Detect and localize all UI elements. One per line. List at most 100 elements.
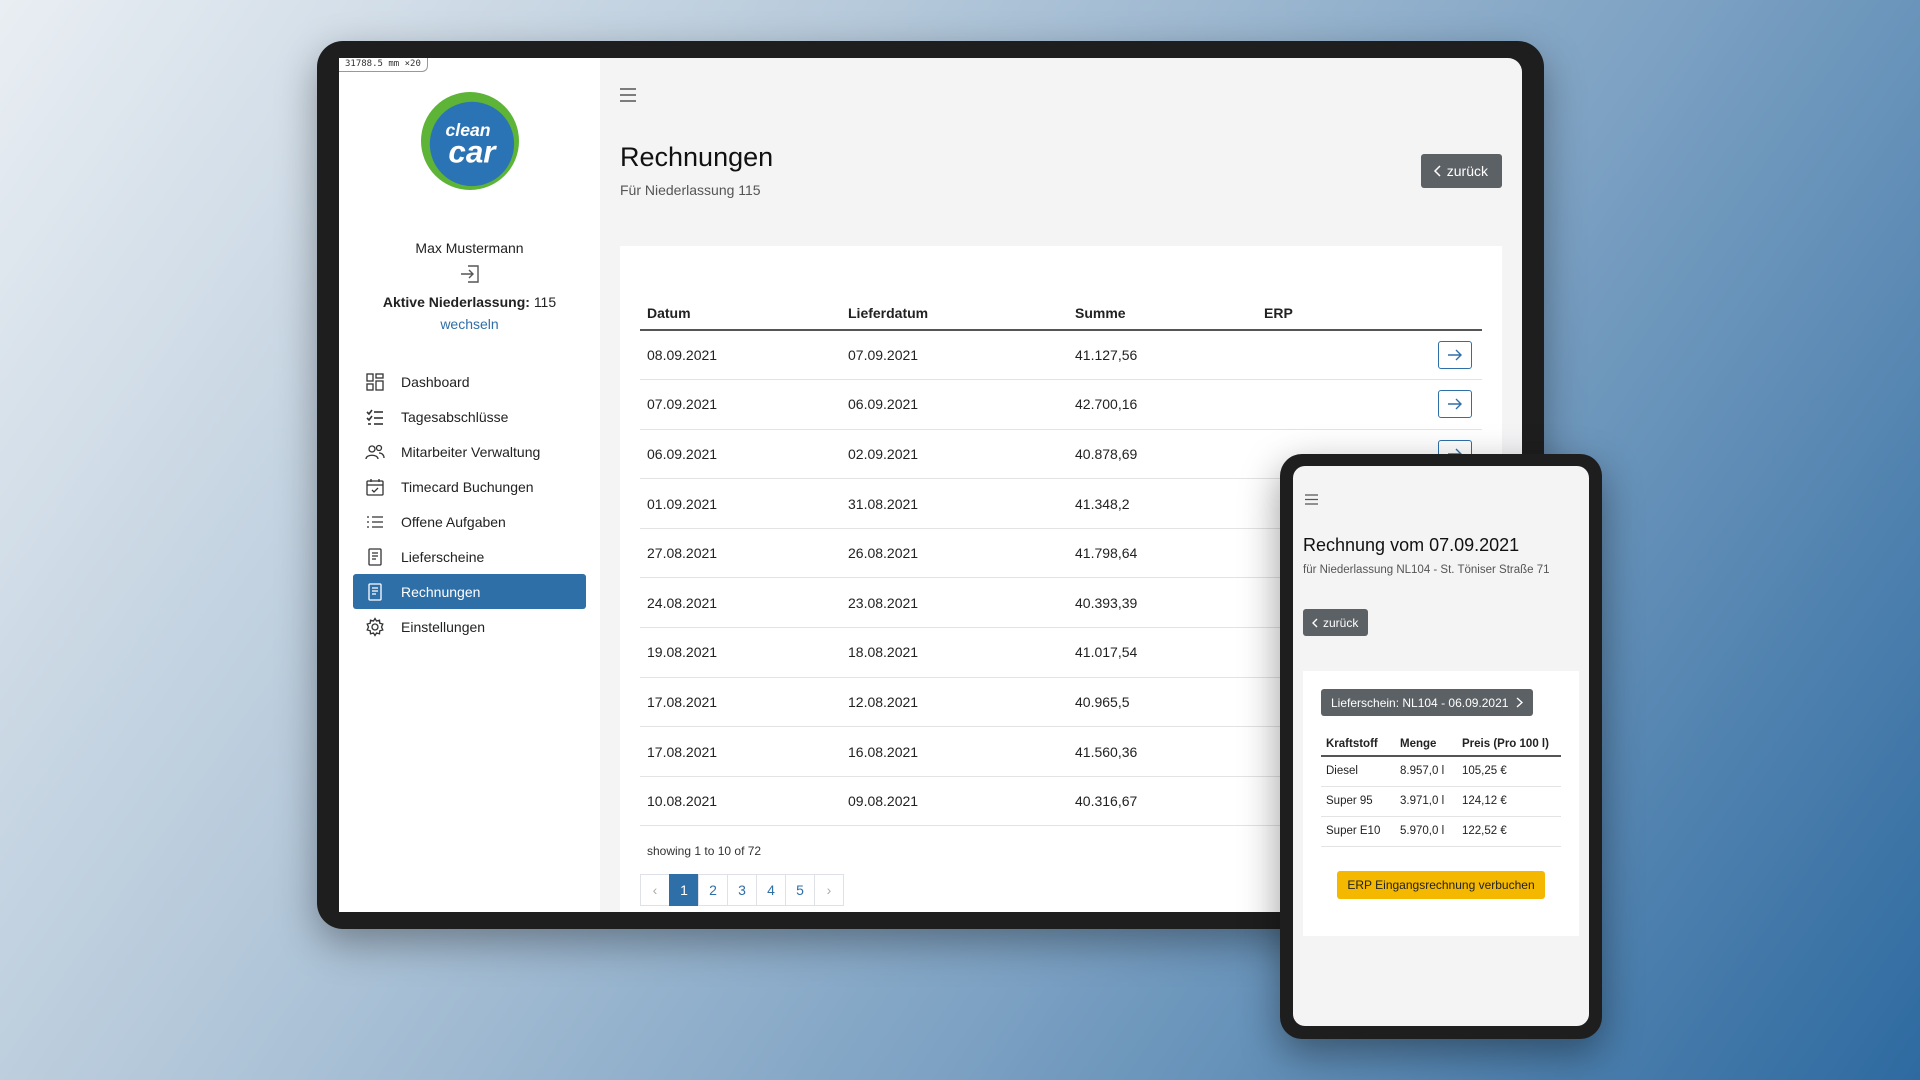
pagination-page-3[interactable]: 3: [727, 874, 757, 907]
phone-frame: Rechnung vom 07.09.2021 für Niederlassun…: [1280, 454, 1602, 1039]
invoice-date: 17.08.2021: [640, 677, 841, 728]
erp-book-invoice-button[interactable]: ERP Eingangsrechnung verbuchen: [1337, 870, 1545, 899]
pagination-page-4[interactable]: 4: [756, 874, 786, 907]
sidebar-item-einstellungen[interactable]: Einstellungen: [353, 609, 586, 644]
invoice-sum: 40.393,39: [1068, 577, 1257, 629]
column-header-kraftstoff: Kraftstoff: [1321, 732, 1395, 757]
fuel-price: 105,25 €: [1457, 756, 1561, 787]
logout-icon[interactable]: [459, 264, 481, 284]
invoice-sum: 41.798,64: [1068, 528, 1257, 579]
table-row: 07.09.2021 06.09.2021 42.700,16: [640, 379, 1482, 430]
sidebar-item-lieferscheine[interactable]: Lieferscheine: [353, 539, 586, 574]
sidebar-item-timecard[interactable]: Timecard Buchungen: [353, 469, 586, 504]
active-branch: Aktive Niederlassung: 115: [383, 294, 556, 310]
hamburger-menu-icon[interactable]: [620, 88, 636, 102]
column-header-menge: Menge: [1395, 732, 1457, 757]
pagination-page-1[interactable]: 1: [669, 874, 699, 907]
delivery-note-label: Lieferschein: NL104 - 06.09.2021: [1331, 695, 1509, 710]
pagination-prev[interactable]: ‹: [640, 874, 670, 907]
fuel-quantity: 8.957,0 l: [1395, 756, 1457, 787]
fuel-type: Super 95: [1321, 786, 1395, 817]
invoice-sum: 41.348,2: [1068, 478, 1257, 529]
column-header-summe[interactable]: Summe: [1068, 296, 1257, 331]
column-header-lieferdatum[interactable]: Lieferdatum: [841, 296, 1068, 331]
back-button[interactable]: zurück: [1420, 154, 1502, 188]
clean-car-logo: clean car: [420, 92, 519, 190]
sidebar-item-tagesabschluesse[interactable]: Tagesabschlüsse: [353, 399, 586, 434]
open-invoice-button[interactable]: [1438, 390, 1472, 419]
fuel-price: 124,12 €: [1457, 786, 1561, 817]
table-row: Super E10 5.970,0 l 122,52 €: [1321, 816, 1561, 847]
erp-cell: [1257, 379, 1482, 430]
fuel-type: Diesel: [1321, 756, 1395, 787]
sidebar-item-label: Lieferscheine: [401, 548, 485, 565]
back-button-label: zurück: [1323, 615, 1359, 630]
invoice-sum: 41.127,56: [1068, 330, 1257, 381]
gear-icon: [366, 616, 384, 637]
sidebar: clean car Max Mustermann Aktive Niederla…: [339, 58, 600, 912]
switch-branch-link[interactable]: wechseln: [440, 316, 498, 332]
table-header-row: Kraftstoff Menge Preis (Pro 100 l): [1321, 732, 1561, 757]
page-title: Rechnungen: [620, 142, 774, 172]
delivery-date: 26.08.2021: [841, 528, 1068, 579]
delivery-date: 16.08.2021: [841, 726, 1068, 777]
sidebar-item-label: Einstellungen: [401, 618, 486, 635]
pagination-page-2[interactable]: 2: [698, 874, 728, 907]
sidebar-item-label: Mitarbeiter Verwaltung: [401, 443, 541, 460]
fuel-table: Kraftstoff Menge Preis (Pro 100 l) Diese…: [1321, 732, 1561, 847]
back-button[interactable]: zurück: [1303, 609, 1369, 636]
phone-screen: Rechnung vom 07.09.2021 für Niederlassun…: [1293, 466, 1589, 1026]
sidebar-item-dashboard[interactable]: Dashboard: [353, 364, 586, 399]
measure-readout: 31788.5 mm ×20: [339, 58, 428, 72]
column-header-preis: Preis (Pro 100 l): [1457, 732, 1561, 757]
fuel-price: 122,52 €: [1457, 816, 1561, 847]
sidebar-item-label: Dashboard: [401, 373, 470, 390]
invoice-date: 10.08.2021: [640, 776, 841, 827]
delivery-date: 06.09.2021: [841, 379, 1068, 430]
delivery-date: 12.08.2021: [841, 677, 1068, 728]
active-branch-value: 115: [533, 294, 557, 310]
pagination-next[interactable]: ›: [814, 874, 844, 907]
users-icon: [365, 444, 385, 459]
invoice-detail-card: Lieferschein: NL104 - 06.09.2021 Kraftst…: [1303, 671, 1579, 936]
sidebar-item-offene-aufgaben[interactable]: Offene Aufgaben: [353, 504, 586, 539]
user-name: Max Mustermann: [415, 240, 524, 256]
arrow-right-icon: [1448, 349, 1462, 361]
delivery-note-button[interactable]: Lieferschein: NL104 - 06.09.2021: [1321, 689, 1534, 716]
table-header-row: Datum Lieferdatum Summe ERP: [640, 296, 1482, 331]
document-icon: [368, 582, 382, 601]
sidebar-item-rechnungen[interactable]: Rechnungen: [353, 574, 586, 609]
dashboard-icon: [366, 372, 384, 391]
fuel-quantity: 5.970,0 l: [1395, 816, 1457, 847]
delivery-date: 09.08.2021: [841, 776, 1068, 827]
delivery-date: 07.09.2021: [841, 330, 1068, 381]
invoice-date: 24.08.2021: [640, 577, 841, 629]
calendar-check-icon: [366, 478, 384, 496]
delivery-date: 31.08.2021: [841, 478, 1068, 529]
chevron-left-icon: [1433, 165, 1441, 177]
sidebar-item-label: Tagesabschlüsse: [401, 408, 509, 425]
invoice-date: 19.08.2021: [640, 627, 841, 678]
delivery-date: 23.08.2021: [841, 577, 1068, 629]
table-row: Super 95 3.971,0 l 124,12 €: [1321, 786, 1561, 817]
logo-text-car: car: [448, 135, 497, 170]
pagination-page-5[interactable]: 5: [785, 874, 815, 907]
chevron-left-icon: [1312, 618, 1318, 627]
invoice-sum: 40.965,5: [1068, 677, 1257, 728]
column-header-erp[interactable]: ERP: [1257, 296, 1482, 331]
open-invoice-button[interactable]: [1438, 341, 1472, 370]
back-button-label: zurück: [1446, 163, 1488, 179]
invoice-detail-subtitle: für Niederlassung NL104 - St. Töniser St…: [1303, 564, 1550, 576]
invoice-sum: 42.700,16: [1068, 379, 1257, 430]
delivery-date: 02.09.2021: [841, 429, 1068, 480]
chevron-right-icon: [1517, 697, 1524, 708]
sidebar-item-label: Timecard Buchungen: [401, 478, 534, 495]
fuel-type: Super E10: [1321, 816, 1395, 847]
erp-cell: [1257, 330, 1482, 381]
column-header-datum[interactable]: Datum: [640, 296, 841, 331]
active-branch-label: Aktive Niederlassung:: [382, 294, 530, 310]
sidebar-item-label: Offene Aufgaben: [401, 513, 506, 530]
hamburger-menu-icon[interactable]: [1305, 494, 1318, 505]
invoice-date: 08.09.2021: [640, 330, 841, 381]
sidebar-item-mitarbeiter[interactable]: Mitarbeiter Verwaltung: [353, 434, 586, 469]
